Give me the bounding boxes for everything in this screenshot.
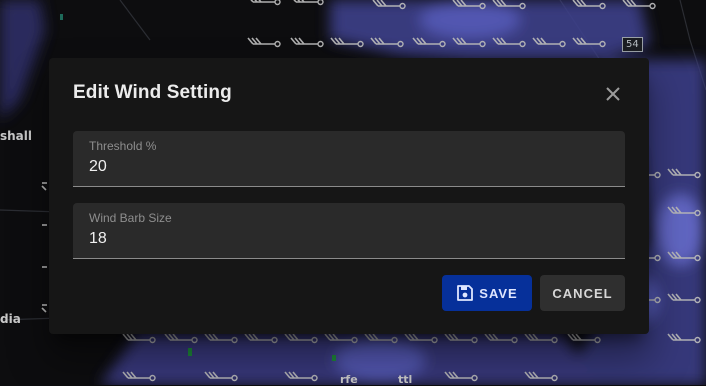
dialog-title: Edit Wind Setting (73, 82, 232, 103)
threshold-input[interactable] (89, 156, 609, 178)
route-shield: 54 (622, 37, 643, 52)
wind-barb-size-label: Wind Barb Size (89, 211, 172, 225)
floppy-disk-icon (456, 284, 474, 302)
map-city-label: shall (0, 129, 33, 143)
edit-wind-setting-dialog: Edit Wind Setting Threshold % Wind Barb … (49, 58, 649, 334)
wind-barb-size-field[interactable]: Wind Barb Size (73, 203, 625, 259)
wind-barb-size-input[interactable] (89, 228, 609, 250)
save-button[interactable]: SAVE (442, 275, 532, 311)
close-button[interactable] (599, 80, 627, 108)
close-icon (606, 87, 620, 101)
map-city-label: ttl (398, 373, 413, 386)
threshold-field[interactable]: Threshold % (73, 131, 625, 187)
cancel-button[interactable]: CANCEL (540, 275, 625, 311)
threshold-label: Threshold % (89, 139, 157, 153)
save-button-label: SAVE (479, 285, 518, 301)
map-city-label: dia (0, 312, 21, 326)
map-city-label: rfe (340, 373, 358, 386)
cancel-button-label: CANCEL (552, 285, 613, 301)
